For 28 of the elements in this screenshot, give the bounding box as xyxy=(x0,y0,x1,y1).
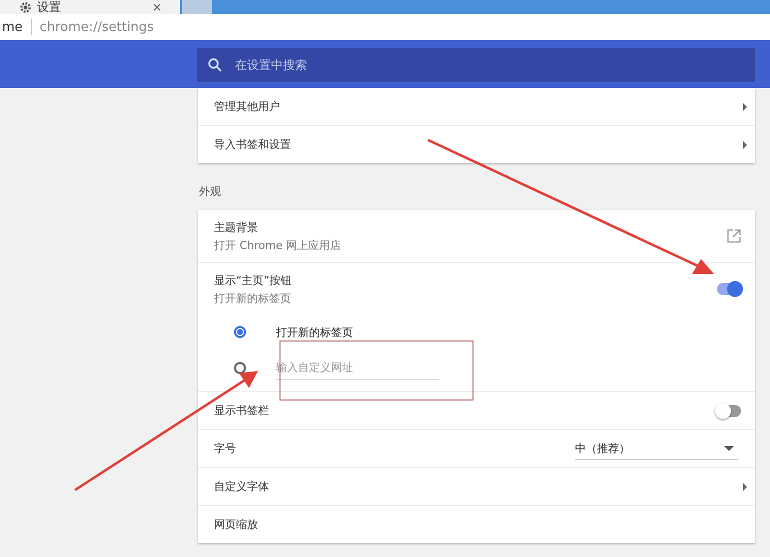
setting-label: 自定义字体 xyxy=(214,479,269,494)
close-icon[interactable]: × xyxy=(152,0,162,14)
setting-description: 打开 Chrome 网上应用店 xyxy=(214,238,342,252)
tab-title: 设置 xyxy=(37,0,61,14)
chevron-icon[interactable] xyxy=(743,482,747,490)
external-link-icon[interactable] xyxy=(727,229,741,243)
setting-label: 导入书签和设置 xyxy=(214,137,291,152)
search-field[interactable]: 在设置中搜索 xyxy=(197,48,755,82)
section-title: 外观 xyxy=(198,184,222,200)
setting-label: 网页缩放 xyxy=(214,517,258,532)
setting-label: 显示“主页”按钮 xyxy=(214,272,292,288)
gear-icon xyxy=(20,2,31,12)
setting-label: 字号 xyxy=(214,441,236,456)
radio-button[interactable] xyxy=(234,326,246,338)
search-icon xyxy=(208,58,222,72)
chevron-icon[interactable] xyxy=(743,102,747,110)
address-text: me xyxy=(2,20,23,34)
font-size-dropdown[interactable]: 中（推荐） xyxy=(575,437,738,460)
chevron-icon[interactable] xyxy=(743,140,747,148)
setting-label: 主题背景 xyxy=(214,220,259,234)
toggle-switch[interactable] xyxy=(717,404,741,416)
radio-label: 打开新的标签页 xyxy=(276,324,353,340)
setting-label: 显示书签栏 xyxy=(214,403,269,418)
browser-tab[interactable]: 设置 × xyxy=(0,0,180,14)
setting-label: 管理其他用户 xyxy=(214,99,280,114)
toggle-switch[interactable] xyxy=(717,283,741,295)
setting-description: 打开新的标签页 xyxy=(214,290,292,306)
address-field[interactable]: chrome://settings xyxy=(40,20,154,34)
